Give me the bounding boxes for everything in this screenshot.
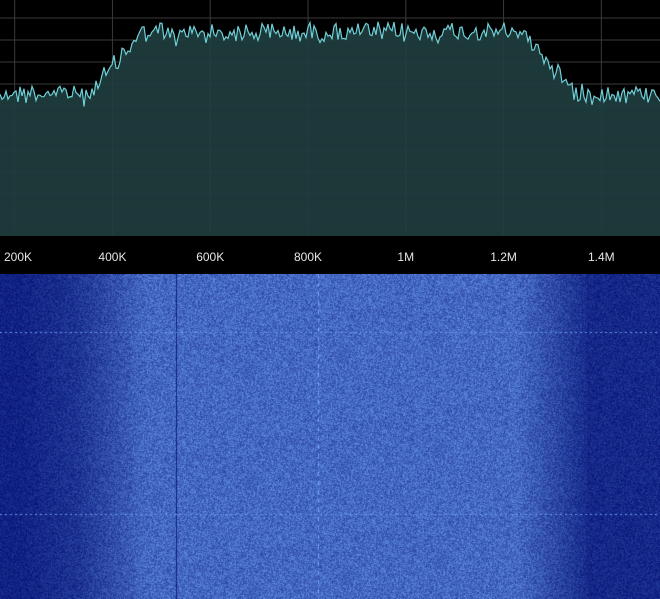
- frequency-tick-label: 1.2M: [490, 250, 517, 264]
- frequency-axis: 200K 400K 600K 800K 1M 1.2M 1.4M: [0, 236, 660, 274]
- waterfall-canvas: [0, 274, 660, 599]
- spectrum-plot[interactable]: [0, 0, 660, 236]
- frequency-tick-label: 1M: [397, 250, 415, 264]
- waterfall-display[interactable]: [0, 274, 660, 599]
- frequency-tick-label: 200K: [3, 250, 33, 264]
- spectrum-svg: [0, 0, 660, 236]
- frequency-tick-label: 1.4M: [587, 250, 615, 264]
- spectrum-fill: [0, 21, 660, 236]
- frequency-tick-label: 400K: [98, 250, 127, 264]
- frequency-tick-label: 800K: [293, 250, 323, 264]
- frequency-tick-label: 600K: [196, 250, 225, 264]
